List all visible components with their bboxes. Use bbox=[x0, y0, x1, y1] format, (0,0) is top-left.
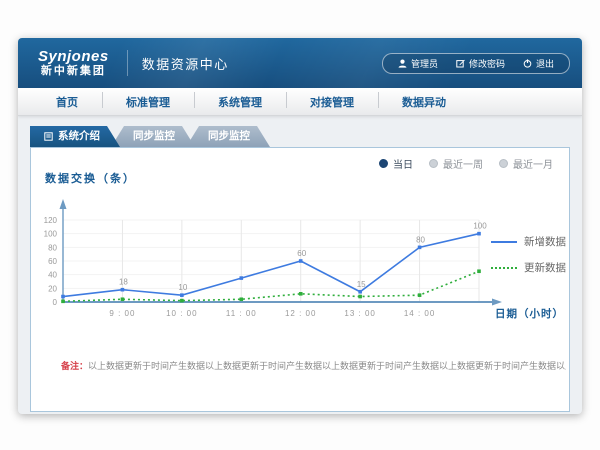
logout-button[interactable]: 退出 bbox=[514, 56, 563, 71]
svg-text:40: 40 bbox=[48, 271, 57, 280]
nav-item-integration-mgmt[interactable]: 对接管理 bbox=[286, 94, 378, 110]
tab-sync-monitor-1[interactable]: 同步监控 bbox=[111, 126, 195, 147]
svg-text:11 : 00: 11 : 00 bbox=[226, 309, 257, 318]
radio-dot-icon bbox=[499, 159, 508, 168]
svg-text:100: 100 bbox=[44, 230, 58, 239]
footnote: 备注：以上数据更新于时间产生数据以上数据更新于时间产生数据以上数据更新于时间产生… bbox=[61, 359, 566, 372]
svg-text:12 : 00: 12 : 00 bbox=[285, 309, 316, 318]
page-title: 数据资源中心 bbox=[127, 50, 229, 76]
chart-panel: 当日 最近一周 最近一月 数据交换（条） 0 20 40 60 80 100 120 9 : … bbox=[30, 147, 570, 412]
user-toolbar: 管理员 修改密码 退出 bbox=[382, 53, 570, 74]
svg-text:80: 80 bbox=[416, 235, 425, 244]
tab-system-intro[interactable]: 系统介绍 bbox=[30, 126, 120, 147]
nav-item-system-mgmt[interactable]: 系统管理 bbox=[194, 94, 286, 110]
nav-item-home[interactable]: 首页 bbox=[32, 94, 102, 110]
tab-sync-monitor-2[interactable]: 同步监控 bbox=[186, 126, 270, 147]
svg-text:18: 18 bbox=[119, 278, 128, 287]
page: Synjones 新中新集团 数据资源中心 管理员 修改密码 bbox=[0, 0, 600, 450]
radio-label: 最近一周 bbox=[443, 156, 483, 171]
svg-text:60: 60 bbox=[297, 249, 306, 258]
footnote-text: 以上数据更新于时间产生数据以上数据更新于时间产生数据以上数据更新于时间产生数据以… bbox=[88, 361, 566, 371]
legend-line-sample bbox=[491, 267, 517, 269]
radio-label: 最近一月 bbox=[513, 156, 553, 171]
tab-bar: 系统介绍 同步监控 同步监控 bbox=[30, 126, 570, 147]
nav-item-standard-mgmt[interactable]: 标准管理 bbox=[102, 94, 194, 110]
legend-item-updated-data[interactable]: 更新数据 bbox=[491, 260, 566, 275]
logo: Synjones 新中新集团 bbox=[30, 49, 117, 78]
change-password-button[interactable]: 修改密码 bbox=[447, 56, 514, 71]
logo-subtitle: 新中新集团 bbox=[38, 65, 109, 77]
chart-legend: 新增数据 更新数据 bbox=[491, 234, 566, 286]
svg-text:10: 10 bbox=[178, 283, 187, 292]
svg-text:15: 15 bbox=[357, 280, 366, 289]
y-axis-title: 数据交换（条） bbox=[45, 170, 136, 186]
svg-text:120: 120 bbox=[44, 216, 58, 225]
current-user[interactable]: 管理员 bbox=[389, 56, 447, 71]
svg-text:0: 0 bbox=[53, 298, 58, 307]
line-chart: 0 20 40 60 80 100 120 9 : 00 10 : 00 11 : 00 12 : … bbox=[39, 192, 509, 327]
footnote-prefix: 备注： bbox=[61, 361, 88, 371]
x-axis-title: 日期（小时） bbox=[495, 306, 564, 321]
user-icon bbox=[398, 59, 407, 68]
radio-dot-icon bbox=[379, 159, 388, 168]
app-header: Synjones 新中新集团 数据资源中心 管理员 修改密码 bbox=[18, 38, 582, 88]
svg-text:80: 80 bbox=[48, 243, 57, 252]
radio-last-month[interactable]: 最近一月 bbox=[499, 156, 553, 171]
svg-text:10 : 00: 10 : 00 bbox=[166, 309, 197, 318]
svg-text:13 : 00: 13 : 00 bbox=[344, 309, 375, 318]
legend-line-sample bbox=[491, 241, 517, 243]
svg-text:14 : 00: 14 : 00 bbox=[404, 309, 435, 318]
logo-title: Synjones bbox=[38, 49, 109, 66]
tab-label: 同步监控 bbox=[133, 126, 175, 147]
current-user-label: 管理员 bbox=[411, 57, 438, 70]
time-filter-group: 当日 最近一周 最近一月 bbox=[379, 156, 553, 171]
legend-label: 新增数据 bbox=[524, 234, 566, 249]
svg-text:20: 20 bbox=[48, 284, 57, 293]
svg-text:60: 60 bbox=[48, 257, 57, 266]
app-window: Synjones 新中新集团 数据资源中心 管理员 修改密码 bbox=[18, 38, 582, 414]
nav-item-data-change[interactable]: 数据异动 bbox=[378, 94, 470, 110]
svg-text:100: 100 bbox=[473, 222, 487, 231]
radio-dot-icon bbox=[429, 159, 438, 168]
document-icon bbox=[44, 132, 53, 141]
main-nav: 首页 标准管理 系统管理 对接管理 数据异动 bbox=[18, 88, 582, 116]
svg-text:9 : 00: 9 : 00 bbox=[109, 309, 135, 318]
logout-label: 退出 bbox=[536, 57, 554, 70]
tab-label: 同步监控 bbox=[208, 126, 250, 147]
legend-label: 更新数据 bbox=[524, 260, 566, 275]
power-icon bbox=[523, 59, 532, 68]
radio-today[interactable]: 当日 bbox=[379, 156, 413, 171]
content-area: 系统介绍 同步监控 同步监控 当日 最近一 bbox=[18, 116, 582, 412]
change-password-label: 修改密码 bbox=[469, 57, 505, 70]
tab-label: 系统介绍 bbox=[58, 126, 100, 147]
radio-last-week[interactable]: 最近一周 bbox=[429, 156, 483, 171]
legend-item-new-data[interactable]: 新增数据 bbox=[491, 234, 566, 249]
edit-icon bbox=[456, 59, 465, 68]
radio-label: 当日 bbox=[393, 156, 413, 171]
